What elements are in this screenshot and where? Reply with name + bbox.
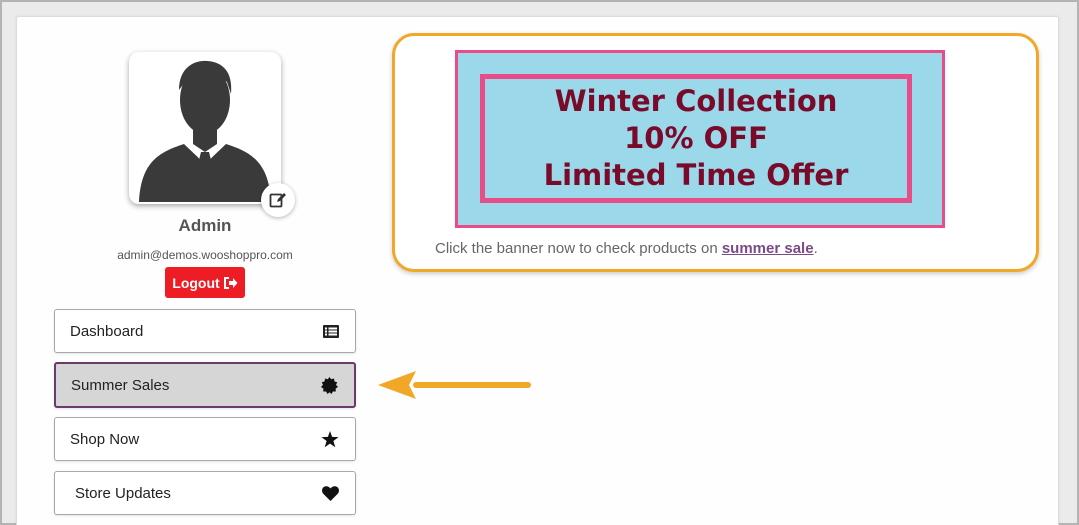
sidebar-item-label: Dashboard — [70, 322, 144, 340]
summer-sale-link[interactable]: summer sale — [722, 240, 814, 257]
banner-line-offer: Limited Time Offer — [543, 158, 849, 192]
user-email: admin@demos.wooshoppro.com — [117, 248, 293, 262]
star-icon — [321, 430, 339, 448]
avatar — [129, 52, 281, 204]
badge-icon — [321, 376, 338, 394]
arrow-left-icon — [378, 371, 531, 399]
sidebar-item-store-updates[interactable]: Store Updates — [54, 471, 356, 515]
promo-caption: Click the banner now to check products o… — [435, 240, 818, 257]
banner-line-title: Winter Collection — [554, 84, 838, 118]
banner-text-box: Winter Collection 10% OFF Limited Time O… — [480, 74, 912, 203]
sidebar-item-label: Shop Now — [70, 430, 140, 448]
logout-label: Logout — [172, 274, 220, 291]
sidebar-item-summer-sales[interactable]: Summer Sales — [54, 362, 356, 408]
sidebar-item-shop-now[interactable]: Shop Now — [54, 417, 356, 461]
heart-icon — [322, 485, 339, 501]
user-name: Admin — [178, 216, 232, 235]
promo-caption-prefix: Click the banner now to check products o… — [435, 240, 722, 257]
sidebar-item-dashboard[interactable]: Dashboard — [54, 309, 356, 353]
promo-caption-suffix: . — [813, 240, 818, 257]
banner-line-discount: 10% OFF — [624, 121, 768, 155]
list-icon — [323, 324, 339, 338]
edit-avatar-button[interactable] — [261, 183, 295, 217]
sidebar-item-label: Store Updates — [75, 484, 171, 502]
sign-out-icon — [223, 276, 238, 289]
winter-collection-banner[interactable]: Winter Collection 10% OFF Limited Time O… — [455, 50, 945, 228]
pencil-icon — [269, 193, 286, 208]
user-silhouette-icon — [139, 60, 271, 202]
sidebar-item-label: Summer Sales — [71, 376, 170, 394]
logout-button[interactable]: Logout — [165, 267, 245, 298]
